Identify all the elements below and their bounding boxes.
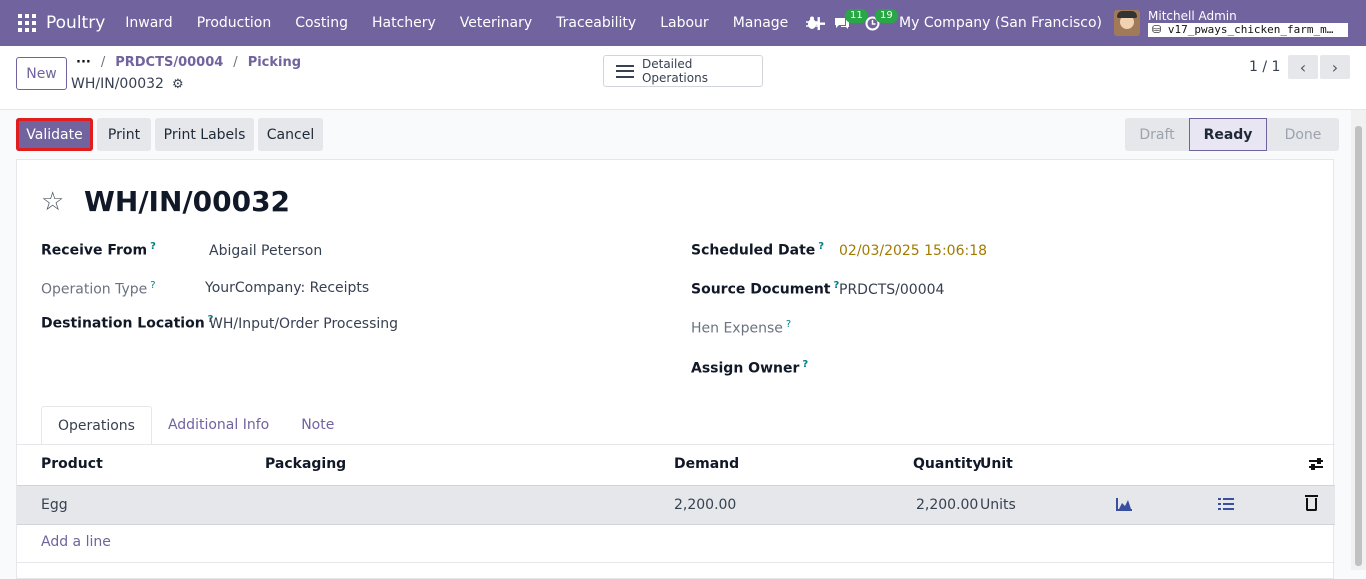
page-title: WH/IN/00032 [84, 185, 291, 218]
add-a-line-link[interactable]: Add a line [41, 534, 111, 550]
operation-type-label: Operation Type? [41, 280, 156, 298]
cell-quantity[interactable]: 2,200.00 [916, 497, 978, 513]
receive-from-field[interactable]: Abigail Peterson [209, 243, 322, 259]
control-panel: New ··· / PRDCTS/00004 / Picking WH/IN/0… [0, 46, 1366, 110]
stage-ready[interactable]: Ready [1189, 118, 1267, 151]
column-product[interactable]: Product [41, 456, 103, 472]
main-menu: Inward Production Costing Hatchery Veter… [113, 0, 837, 46]
list-icon [616, 64, 634, 78]
current-record: WH/IN/00032 ⚙ [71, 76, 184, 92]
menu-hatchery[interactable]: Hatchery [360, 0, 448, 46]
menu-veterinary[interactable]: Veterinary [448, 0, 544, 46]
source-document-field[interactable]: PRDCTS/00004 [839, 282, 944, 298]
pager-value[interactable]: 1 / 1 [1249, 59, 1280, 75]
chat-icon[interactable]: 11 [827, 0, 868, 46]
record-name: WH/IN/00032 [71, 76, 164, 92]
stage-done[interactable]: Done [1267, 118, 1339, 151]
menu-costing[interactable]: Costing [283, 0, 360, 46]
column-settings-icon[interactable] [1309, 457, 1323, 471]
stage-pipeline: Draft Ready Done [1125, 118, 1339, 151]
menu-labour[interactable]: Labour [648, 0, 720, 46]
print-labels-button[interactable]: Print Labels [155, 118, 254, 151]
vertical-scrollbar[interactable] [1351, 110, 1366, 570]
column-packaging[interactable]: Packaging [265, 456, 346, 472]
cell-demand: 2,200.00 [674, 497, 737, 513]
source-document-label: Source Document? [691, 280, 839, 298]
database-name-text: v17_pways_chicken_farm_m… [1167, 23, 1334, 36]
new-button[interactable]: New [16, 57, 67, 90]
help-icon[interactable]: ? [802, 359, 808, 370]
breadcrumb-separator: / [233, 55, 238, 70]
breadcrumb-prdcts[interactable]: PRDCTS/00004 [115, 55, 223, 70]
scheduled-date-label: Scheduled Date? [691, 241, 824, 259]
pager-buttons: ‹ › [1288, 55, 1350, 79]
table-row[interactable]: Egg 2,200.00 2,200.00 Units [17, 485, 1335, 525]
source-document-label-text: Source Document [691, 281, 831, 298]
assign-owner-label-text: Assign Owner [691, 360, 800, 377]
top-navbar: Poultry Inward Production Costing Hatche… [0, 0, 1366, 46]
star-icon[interactable]: ☆ [41, 187, 64, 217]
help-icon[interactable]: ? [818, 241, 824, 252]
menu-traceability[interactable]: Traceability [544, 0, 648, 46]
menu-manage[interactable]: Manage [721, 0, 801, 46]
receive-from-label: Receive From? [41, 241, 156, 259]
cancel-button[interactable]: Cancel [258, 118, 323, 151]
stage-draft[interactable]: Draft [1125, 118, 1189, 151]
breadcrumb: ··· / PRDCTS/00004 / Picking [76, 55, 301, 70]
column-unit[interactable]: Unit [980, 456, 1013, 472]
scheduled-date-field[interactable]: 02/03/2025 15:06:18 [839, 243, 987, 259]
breadcrumb-separator: / [100, 55, 106, 70]
menu-inward[interactable]: Inward [113, 0, 184, 46]
validate-button[interactable]: Validate [16, 118, 93, 151]
operation-type-label-text: Operation Type [41, 281, 148, 298]
destination-location-field[interactable]: WH/Input/Order Processing [209, 316, 398, 332]
hen-expense-label-text: Hen Expense [691, 320, 783, 337]
user-name: Mitchell Admin [1148, 9, 1237, 23]
form-sheet: ☆ WH/IN/00032 Receive From? Abigail Pete… [16, 159, 1335, 579]
trash-icon[interactable] [1305, 495, 1318, 511]
column-quantity[interactable]: Quantity [913, 456, 982, 472]
avatar[interactable] [1114, 10, 1140, 36]
scheduled-date-label-text: Scheduled Date [691, 242, 816, 259]
notebook-tabs: Operations Additional Info Note [41, 406, 350, 445]
receive-from-label-text: Receive From [41, 242, 148, 259]
destination-location-label: Destination Location? [41, 314, 213, 332]
breadcrumb-picking[interactable]: Picking [248, 55, 301, 70]
forecast-chart-icon[interactable] [1116, 498, 1132, 515]
status-bar: Validate Print Print Labels Cancel Draft… [0, 110, 1350, 158]
bug-icon[interactable] [797, 0, 827, 46]
cell-product[interactable]: Egg [41, 497, 68, 513]
breadcrumb-more-icon[interactable]: ··· [76, 55, 91, 70]
table-bottom-divider [17, 562, 1335, 563]
app-brand[interactable]: Poultry [46, 13, 105, 33]
detailed-list-icon[interactable] [1218, 498, 1234, 515]
activities-badge: 19 [875, 9, 898, 23]
user-menu[interactable]: Mitchell Admin ⛁ v17_pways_chicken_farm_… [1148, 9, 1348, 37]
help-icon[interactable]: ? [150, 280, 155, 291]
destination-label-text: Destination Location [41, 315, 205, 332]
tab-operations[interactable]: Operations [41, 406, 152, 445]
column-demand[interactable]: Demand [674, 456, 739, 472]
database-name: ⛁ v17_pways_chicken_farm_m… [1148, 23, 1348, 37]
detailed-operations-button[interactable]: Detailed Operations [603, 55, 763, 87]
print-button[interactable]: Print [97, 118, 151, 151]
assign-owner-label: Assign Owner? [691, 359, 808, 377]
company-switcher[interactable]: My Company (San Francisco) [899, 15, 1102, 31]
table-header: Product Packaging Demand Quantity Unit [17, 445, 1335, 485]
help-icon[interactable]: ? [786, 319, 791, 330]
chevron-right-icon[interactable]: › [1320, 55, 1350, 79]
operation-type-field[interactable]: YourCompany: Receipts [205, 280, 369, 296]
cell-unit[interactable]: Units [980, 497, 1016, 513]
hen-expense-label: Hen Expense? [691, 319, 791, 337]
help-icon[interactable]: ? [150, 241, 156, 252]
chevron-left-icon[interactable]: ‹ [1288, 55, 1318, 79]
tab-additional-info[interactable]: Additional Info [152, 406, 285, 445]
apps-menu-icon[interactable] [18, 14, 36, 32]
gear-icon[interactable]: ⚙ [172, 77, 184, 92]
tab-note[interactable]: Note [285, 406, 350, 445]
detailed-operations-label: Detailed Operations [641, 57, 708, 85]
menu-production[interactable]: Production [185, 0, 283, 46]
clock-icon[interactable]: 19 [857, 0, 898, 46]
scrollbar-thumb[interactable] [1355, 126, 1362, 566]
